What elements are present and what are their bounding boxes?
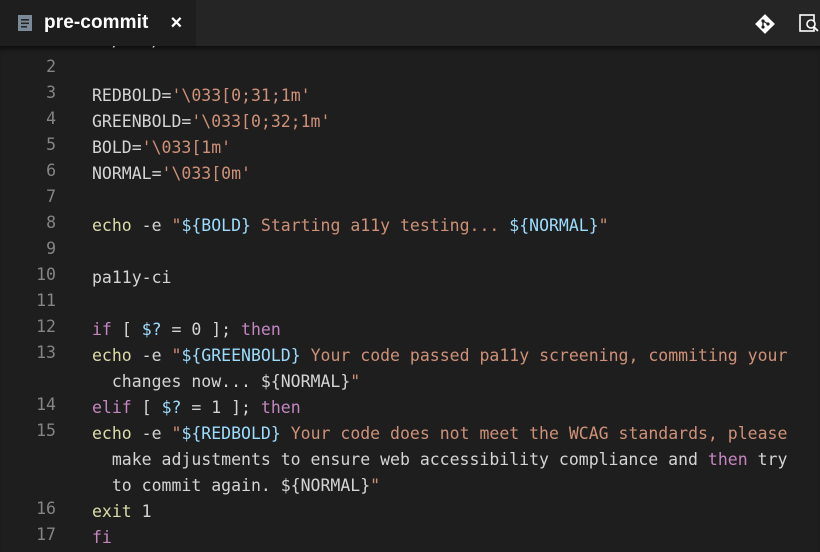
line-number: 2 bbox=[46, 57, 56, 76]
tab-bar: pre-commit × bbox=[0, 0, 820, 46]
code-line: echo -e "${REDBOLD} Your code does not m… bbox=[92, 424, 788, 495]
line-number: 7 bbox=[46, 187, 56, 206]
line-number: 5 bbox=[46, 135, 56, 154]
line-number: 10 bbox=[36, 265, 56, 284]
line-number: 17 bbox=[36, 525, 56, 544]
code-line: NORMAL='\033[0m' bbox=[92, 164, 251, 183]
code-line: fi bbox=[92, 528, 112, 547]
tab-pre-commit[interactable]: pre-commit × bbox=[0, 0, 196, 46]
code-line: exit 1 bbox=[92, 502, 152, 521]
line-number: 8 bbox=[46, 213, 56, 232]
git-icon[interactable] bbox=[754, 13, 776, 35]
code-line: REDBOLD='\033[0;31;1m' bbox=[92, 86, 311, 105]
line-number: 15 bbox=[36, 421, 56, 440]
line-number: 4 bbox=[46, 109, 56, 128]
line-number: 12 bbox=[36, 317, 56, 336]
code-line: BOLD='\033[1m' bbox=[92, 138, 232, 157]
code-editor[interactable]: #!/bin/sh 2 3 REDBOLD='\033[0;31;1m' 4 G… bbox=[0, 46, 820, 552]
line-number: 16 bbox=[36, 499, 56, 518]
line-number: 3 bbox=[46, 83, 56, 102]
code-line: if [ $? = 0 ]; then bbox=[92, 320, 281, 339]
line-number: 11 bbox=[36, 291, 56, 310]
line-number: 9 bbox=[46, 239, 56, 258]
file-icon bbox=[18, 15, 32, 31]
line-number: 6 bbox=[46, 161, 56, 180]
code-line: echo -e "${BOLD} Starting a11y testing..… bbox=[92, 216, 609, 235]
code-line: GREENBOLD='\033[0;32;1m' bbox=[92, 112, 331, 131]
tab-title: pre-commit bbox=[44, 12, 149, 33]
open-preview-icon[interactable] bbox=[798, 12, 820, 34]
code-line: pa11y-ci bbox=[92, 268, 172, 287]
partial-line-top: #!/bin/sh bbox=[92, 46, 181, 51]
close-icon[interactable]: × bbox=[170, 13, 182, 33]
code-line: elif [ $? = 1 ]; then bbox=[92, 398, 301, 417]
code-line: echo -e "${GREENBOLD} Your code passed p… bbox=[92, 346, 788, 391]
line-number: 14 bbox=[36, 395, 56, 414]
line-number: 13 bbox=[36, 343, 56, 362]
